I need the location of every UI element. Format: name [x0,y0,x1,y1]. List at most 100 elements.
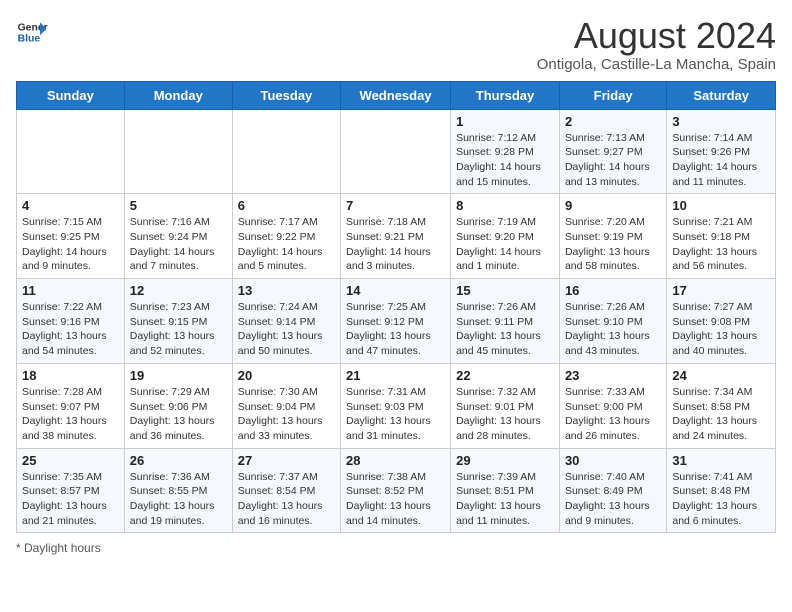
day-number: 11 [22,283,119,298]
calendar-cell: 20 Sunrise: 7:30 AMSunset: 9:04 PMDayligh… [232,363,340,448]
calendar-week-1: 1 Sunrise: 7:12 AMSunset: 9:28 PMDaylight… [17,109,776,194]
calendar-cell: 4 Sunrise: 7:15 AMSunset: 9:25 PMDaylight… [17,194,125,279]
calendar-cell [232,109,340,194]
header: General Blue General Blue August 2024 On… [16,16,776,73]
calendar-cell: 17Sunrise: 7:27 AMSunset: 9:08 PMDayligh… [667,279,776,364]
weekday-header-friday: Friday [559,81,666,109]
day-detail: Sunrise: 7:38 AMSunset: 8:52 PMDaylight:… [346,470,445,529]
calendar-cell: 13 Sunrise: 7:24 AMSunset: 9:14 PMDayligh… [232,279,340,364]
day-detail: Sunrise: 7:20 AMSunset: 9:19 PMDaylight:… [565,215,661,274]
day-detail: Sunrise: 7:21 AMSunset: 9:18 PMDaylight:… [672,215,770,274]
day-detail: Sunrise: 7:15 AMSunset: 9:25 PMDaylight:… [22,215,119,274]
day-detail: Sunrise: 7:32 AMSunset: 9:01 PMDaylight:… [456,385,554,444]
calendar-cell: 31 Sunrise: 7:41 AMSunset: 8:48 PMDayligh… [667,448,776,533]
weekday-header-wednesday: Wednesday [341,81,451,109]
day-number: 7 [346,198,445,213]
calendar-week-2: 4 Sunrise: 7:15 AMSunset: 9:25 PMDaylight… [17,194,776,279]
calendar-cell: 22 Sunrise: 7:32 AMSunset: 9:01 PMDayligh… [451,363,560,448]
footer-label: Daylight hours [24,541,101,555]
calendar-cell [17,109,125,194]
day-detail: Sunrise: 7:31 AMSunset: 9:03 PMDaylight:… [346,385,445,444]
calendar-cell: 15Sunrise: 7:26 AMSunset: 9:11 PMDayligh… [451,279,560,364]
calendar-week-5: 25Sunrise: 7:35 AMSunset: 8:57 PMDayligh… [17,448,776,533]
day-number: 20 [238,368,335,383]
day-detail: Sunrise: 7:19 AMSunset: 9:20 PMDaylight:… [456,215,554,274]
calendar-cell: 28 Sunrise: 7:38 AMSunset: 8:52 PMDayligh… [341,448,451,533]
day-number: 23 [565,368,661,383]
svg-text:Blue: Blue [18,34,41,45]
calendar-cell: 8Sunrise: 7:19 AMSunset: 9:20 PMDaylight… [451,194,560,279]
day-detail: Sunrise: 7:12 AMSunset: 9:28 PMDaylight:… [456,131,554,190]
weekday-header-row: SundayMondayTuesdayWednesdayThursdayFrid… [17,81,776,109]
day-detail: Sunrise: 7:22 AMSunset: 9:16 PMDaylight:… [22,300,119,359]
calendar-cell: 21 Sunrise: 7:31 AMSunset: 9:03 PMDayligh… [341,363,451,448]
day-number: 1 [456,114,554,129]
day-detail: Sunrise: 7:33 AMSunset: 9:00 PMDaylight:… [565,385,661,444]
calendar-cell: 10 Sunrise: 7:21 AMSunset: 9:18 PMDayligh… [667,194,776,279]
day-detail: Sunrise: 7:14 AMSunset: 9:26 PMDaylight:… [672,131,770,190]
day-number: 21 [346,368,445,383]
day-number: 12 [130,283,227,298]
calendar-cell: 24 Sunrise: 7:34 AMSunset: 8:58 PMDayligh… [667,363,776,448]
logo: General Blue General Blue [16,16,48,48]
calendar-cell: 7 Sunrise: 7:18 AMSunset: 9:21 PMDaylight… [341,194,451,279]
day-number: 31 [672,453,770,468]
calendar-cell: 2 Sunrise: 7:13 AMSunset: 9:27 PMDaylight… [559,109,666,194]
weekday-header-thursday: Thursday [451,81,560,109]
calendar-cell: 18Sunrise: 7:28 AMSunset: 9:07 PMDayligh… [17,363,125,448]
day-number: 14 [346,283,445,298]
calendar-cell: 19 Sunrise: 7:29 AMSunset: 9:06 PMDayligh… [124,363,232,448]
day-detail: Sunrise: 7:41 AMSunset: 8:48 PMDaylight:… [672,470,770,529]
day-number: 5 [130,198,227,213]
day-detail: Sunrise: 7:30 AMSunset: 9:04 PMDaylight:… [238,385,335,444]
weekday-header-saturday: Saturday [667,81,776,109]
day-detail: Sunrise: 7:34 AMSunset: 8:58 PMDaylight:… [672,385,770,444]
day-number: 30 [565,453,661,468]
day-number: 6 [238,198,335,213]
calendar-cell: 12 Sunrise: 7:23 AMSunset: 9:15 PMDayligh… [124,279,232,364]
calendar-cell: 3 Sunrise: 7:14 AMSunset: 9:26 PMDaylight… [667,109,776,194]
calendar-week-4: 18Sunrise: 7:28 AMSunset: 9:07 PMDayligh… [17,363,776,448]
calendar-cell [341,109,451,194]
day-number: 4 [22,198,119,213]
day-number: 26 [130,453,227,468]
day-number: 24 [672,368,770,383]
day-detail: Sunrise: 7:13 AMSunset: 9:27 PMDaylight:… [565,131,661,190]
day-detail: Sunrise: 7:24 AMSunset: 9:14 PMDaylight:… [238,300,335,359]
day-detail: Sunrise: 7:29 AMSunset: 9:06 PMDaylight:… [130,385,227,444]
title-area: August 2024 Ontigola, Castille-La Mancha… [537,16,776,73]
day-detail: Sunrise: 7:18 AMSunset: 9:21 PMDaylight:… [346,215,445,274]
day-detail: Sunrise: 7:40 AMSunset: 8:49 PMDaylight:… [565,470,661,529]
calendar-subtitle: Ontigola, Castille-La Mancha, Spain [537,56,776,73]
logo-icon: General Blue [16,16,48,48]
day-number: 9 [565,198,661,213]
day-detail: Sunrise: 7:16 AMSunset: 9:24 PMDaylight:… [130,215,227,274]
day-number: 3 [672,114,770,129]
day-detail: Sunrise: 7:23 AMSunset: 9:15 PMDaylight:… [130,300,227,359]
day-number: 10 [672,198,770,213]
day-number: 16 [565,283,661,298]
calendar-cell: 16Sunrise: 7:26 AMSunset: 9:10 PMDayligh… [559,279,666,364]
day-number: 28 [346,453,445,468]
calendar-title: August 2024 [537,16,776,56]
day-number: 25 [22,453,119,468]
calendar-cell: 30 Sunrise: 7:40 AMSunset: 8:49 PMDayligh… [559,448,666,533]
calendar-week-3: 11 Sunrise: 7:22 AMSunset: 9:16 PMDayligh… [17,279,776,364]
calendar-cell: 5 Sunrise: 7:16 AMSunset: 9:24 PMDaylight… [124,194,232,279]
calendar-cell: 6Sunrise: 7:17 AMSunset: 9:22 PMDaylight… [232,194,340,279]
day-number: 19 [130,368,227,383]
day-number: 18 [22,368,119,383]
calendar-cell: 1 Sunrise: 7:12 AMSunset: 9:28 PMDaylight… [451,109,560,194]
day-number: 22 [456,368,554,383]
footer-note: * Daylight hours [16,541,776,555]
calendar-cell: 23 Sunrise: 7:33 AMSunset: 9:00 PMDayligh… [559,363,666,448]
day-number: 2 [565,114,661,129]
day-detail: Sunrise: 7:25 AMSunset: 9:12 PMDaylight:… [346,300,445,359]
weekday-header-tuesday: Tuesday [232,81,340,109]
calendar-cell [124,109,232,194]
day-detail: Sunrise: 7:26 AMSunset: 9:11 PMDaylight:… [456,300,554,359]
weekday-header-sunday: Sunday [17,81,125,109]
weekday-header-monday: Monday [124,81,232,109]
day-detail: Sunrise: 7:27 AMSunset: 9:08 PMDaylight:… [672,300,770,359]
day-number: 13 [238,283,335,298]
